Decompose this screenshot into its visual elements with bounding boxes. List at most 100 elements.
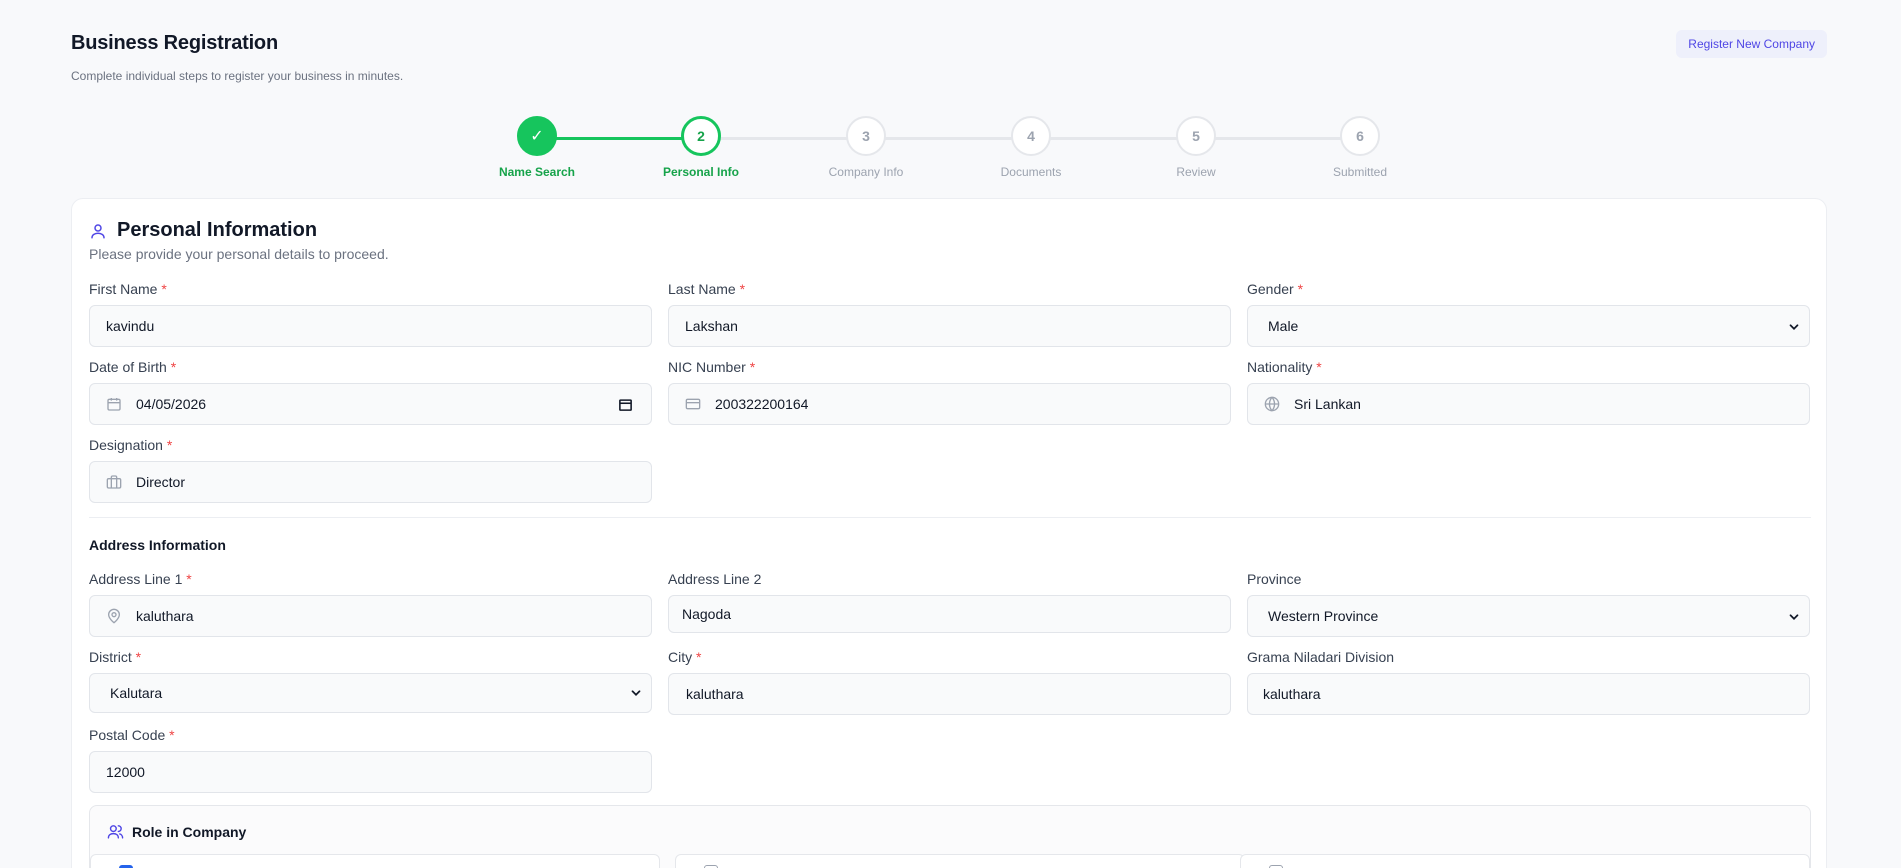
role-option[interactable] — [675, 854, 1245, 868]
globe-icon — [1264, 396, 1280, 412]
required-mark: * — [166, 437, 173, 453]
section-divider — [89, 517, 1811, 518]
card-title: Personal Information — [117, 219, 318, 241]
address-line1-input[interactable]: kaluthara — [89, 595, 652, 637]
step-label: Personal Info — [662, 165, 739, 179]
input-value: 04/05/2026 — [136, 396, 207, 412]
field-label: Province — [1247, 571, 1302, 587]
field-label: District — [89, 649, 132, 665]
role-option[interactable] — [1240, 854, 1810, 868]
last-name-input[interactable]: Lakshan — [668, 305, 1231, 347]
district-select[interactable]: Kalutara — [89, 673, 652, 713]
required-mark: * — [696, 649, 702, 665]
address-section-title: Address Information — [89, 537, 226, 553]
last-name-field: Last Name * Lakshan — [668, 281, 1231, 347]
select-value: Western Province — [1268, 608, 1379, 624]
field-label: Address Line 2 — [668, 571, 762, 587]
nic-field: NIC Number * 200322200164 — [668, 359, 1231, 425]
field-label: Date of Birth — [89, 359, 167, 375]
step-label: Name Search — [498, 165, 576, 179]
chevron-down-icon — [631, 690, 641, 696]
step-personal-info[interactable]: 2 Personal Info — [641, 116, 761, 179]
step-label: Submitted — [1332, 165, 1388, 179]
personal-info-card: Personal Information Please provide your… — [71, 198, 1827, 868]
calendar-picker-icon[interactable] — [618, 397, 633, 412]
chevron-down-icon — [1789, 614, 1799, 620]
required-mark: * — [186, 571, 192, 587]
required-mark: * — [1316, 359, 1322, 375]
field-label: Gender — [1247, 281, 1294, 297]
input-value: Director — [136, 474, 186, 490]
id-card-icon — [685, 398, 701, 410]
input-value: kaluthara — [1263, 686, 1321, 702]
step-number: 3 — [846, 116, 886, 156]
step-documents[interactable]: 4 Documents — [971, 116, 1091, 179]
step-label: Review — [1176, 165, 1216, 179]
step-name-search[interactable]: ✓ Name Search — [477, 116, 597, 179]
gender-field: Gender * Male — [1247, 281, 1810, 347]
step-number: 6 — [1340, 116, 1380, 156]
briefcase-icon — [106, 475, 122, 489]
role-title: Role in Company — [132, 823, 247, 840]
nic-input[interactable]: 200322200164 — [668, 383, 1231, 425]
first-name-field: First Name * kavindu — [89, 281, 652, 347]
field-label: Last Name — [668, 281, 736, 297]
select-value: Kalutara — [110, 685, 163, 701]
required-mark: * — [749, 359, 756, 375]
province-select[interactable]: Western Province — [1247, 595, 1810, 637]
field-label: Designation — [89, 437, 163, 453]
role-option[interactable] — [90, 854, 660, 868]
field-label: Grama Niladari Division — [1247, 649, 1395, 665]
gender-select[interactable]: Male — [1247, 305, 1810, 347]
address-line2-input[interactable]: Nagoda — [668, 595, 1231, 633]
register-new-company-button[interactable]: Register New Company — [1676, 30, 1827, 58]
input-value: Nagoda — [682, 606, 732, 622]
dob-field: Date of Birth * 04/05/2026 — [89, 359, 652, 425]
first-name-input[interactable]: kavindu — [89, 305, 652, 347]
dob-input[interactable]: 04/05/2026 — [89, 383, 652, 425]
users-icon — [107, 825, 124, 839]
card-header: Personal Information — [89, 219, 317, 242]
required-mark: * — [739, 281, 746, 297]
address-line1-field: Address Line 1 * kaluthara — [89, 571, 652, 637]
gn-division-field: Grama Niladari Division kaluthara — [1247, 649, 1810, 715]
input-value: Lakshan — [685, 318, 738, 334]
required-mark: * — [161, 281, 167, 297]
city-input[interactable]: kaluthara — [668, 673, 1231, 715]
city-field: City * kaluthara — [668, 649, 1231, 715]
step-label: Documents — [1000, 165, 1062, 179]
input-value: 12000 — [106, 764, 145, 780]
step-number: 2 — [681, 116, 721, 156]
required-mark: * — [135, 649, 142, 665]
input-value: Sri Lankan — [1294, 396, 1361, 412]
card-subtitle: Please provide your personal details to … — [89, 246, 389, 262]
user-icon — [91, 223, 105, 238]
district-field: District * Kalutara — [89, 649, 652, 713]
field-label: City — [668, 649, 693, 665]
select-value: Male — [1268, 318, 1299, 334]
required-mark: * — [170, 359, 177, 375]
required-mark: * — [1297, 281, 1304, 297]
progress-stepper: ✓ Name Search 2 Personal Info 3 Company … — [0, 116, 1901, 186]
input-value: 200322200164 — [715, 396, 809, 412]
field-label: Address Line 1 — [89, 571, 183, 587]
field-label: NIC Number — [668, 359, 746, 375]
step-company-info[interactable]: 3 Company Info — [806, 116, 926, 179]
step-review[interactable]: 5 Review — [1136, 116, 1256, 179]
step-submitted[interactable]: 6 Submitted — [1300, 116, 1420, 179]
postal-code-field: Postal Code * 12000 — [89, 727, 652, 793]
designation-input[interactable]: Director — [89, 461, 652, 503]
page-header: Business Registration Complete individua… — [71, 32, 403, 83]
field-label: Nationality — [1247, 359, 1313, 375]
nationality-input[interactable]: Sri Lankan — [1247, 383, 1810, 425]
chevron-down-icon — [1789, 324, 1799, 330]
map-pin-icon — [107, 608, 121, 624]
nationality-field: Nationality * Sri Lankan — [1247, 359, 1810, 425]
role-header: Role in Company — [107, 823, 246, 840]
page-subtitle: Complete individual steps to register yo… — [71, 69, 404, 83]
step-number: 5 — [1176, 116, 1216, 156]
postal-code-input[interactable]: 12000 — [89, 751, 652, 793]
calendar-icon — [107, 398, 121, 411]
field-label: First Name — [89, 281, 158, 297]
gn-division-input[interactable]: kaluthara — [1247, 673, 1810, 715]
